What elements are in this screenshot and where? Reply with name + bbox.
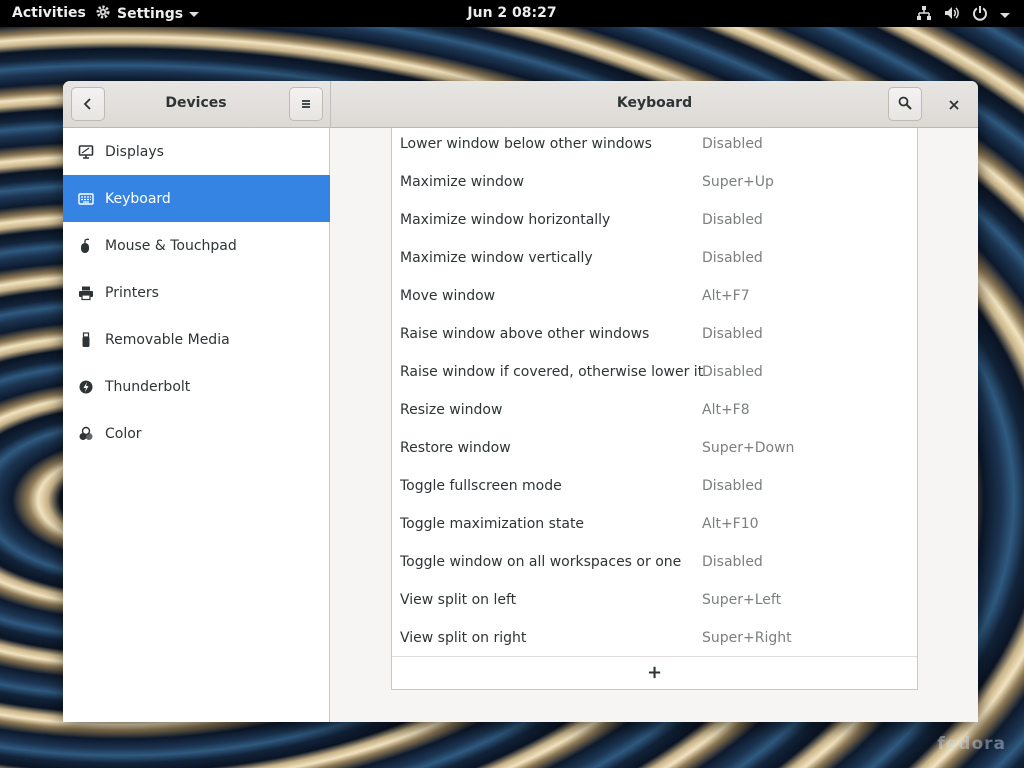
shortcut-row[interactable]: Toggle maximization state Alt+F10 <box>392 508 917 546</box>
sidebar-item-color[interactable]: Color <box>63 410 330 457</box>
app-menu-label: Settings <box>117 6 184 22</box>
printer-icon <box>78 285 94 301</box>
keyboard-icon <box>78 191 94 207</box>
sidebar-item-label: Mouse & Touchpad <box>105 237 237 254</box>
fedora-watermark: fedora <box>937 734 1006 754</box>
sidebar-item-removable-media[interactable]: Removable Media <box>63 316 330 363</box>
shortcut-accel: Super+Down <box>702 440 795 456</box>
sidebar-title: Devices <box>165 95 227 111</box>
chevron-left-icon <box>82 95 94 114</box>
shortcut-row[interactable]: Resize window Alt+F8 <box>392 394 917 432</box>
search-icon <box>898 95 912 114</box>
usb-icon <box>78 331 94 348</box>
back-button[interactable] <box>71 87 105 121</box>
close-button[interactable] <box>943 93 965 115</box>
sidebar: Displays Keyboard Mouse & Touchpad Print… <box>63 128 330 722</box>
sidebar-item-printers[interactable]: Printers <box>63 269 330 316</box>
shortcut-row[interactable]: Maximize window Super+Up <box>392 166 917 204</box>
sidebar-item-thunderbolt[interactable]: Thunderbolt <box>63 363 330 410</box>
shortcut-name: View split on left <box>400 592 517 608</box>
shortcut-row[interactable]: Restore window Super+Down <box>392 432 917 470</box>
shortcut-accel: Disabled <box>702 364 763 380</box>
network-icon <box>916 5 932 25</box>
shortcut-name: Resize window <box>400 402 503 418</box>
sidebar-item-label: Thunderbolt <box>105 378 191 395</box>
shortcut-row[interactable]: Toggle fullscreen mode Disabled <box>392 470 917 508</box>
sidebar-item-keyboard[interactable]: Keyboard <box>63 175 330 222</box>
page-title: Keyboard <box>616 95 693 111</box>
activities-button[interactable]: Activities <box>12 5 86 21</box>
shortcut-name: Toggle window on all workspaces or one <box>400 554 682 570</box>
shortcut-accel: Super+Right <box>702 630 792 646</box>
thunderbolt-icon <box>78 379 94 395</box>
shortcut-name: Raise window above other windows <box>400 326 650 342</box>
chevron-down-icon <box>189 11 200 17</box>
shortcut-accel: Disabled <box>702 212 763 228</box>
power-icon <box>972 5 988 25</box>
shortcut-row[interactable]: View split on right Super+Right <box>392 622 917 660</box>
volume-icon <box>944 5 960 25</box>
top-bar: Activities Settings Jun 2 08:27 <box>0 0 1024 27</box>
shortcut-accel: Super+Up <box>702 174 774 190</box>
shortcut-name: Lower window below other windows <box>400 136 652 152</box>
shortcut-accel: Disabled <box>702 136 763 152</box>
close-icon <box>949 95 959 114</box>
sidebar-item-label: Color <box>105 425 142 442</box>
shortcut-row[interactable]: Raise window above other windows Disable… <box>392 318 917 356</box>
color-icon <box>78 426 94 442</box>
shortcut-row[interactable]: View split on left Super+Left <box>392 584 917 622</box>
hamburger-icon <box>300 95 312 114</box>
shortcut-name: Move window <box>400 288 496 304</box>
sidebar-item-displays[interactable]: Displays <box>63 128 330 175</box>
shortcut-row[interactable]: Move window Alt+F7 <box>392 280 917 318</box>
shortcut-name: Toggle maximization state <box>400 516 585 532</box>
header-bar: Devices Keyboard <box>63 81 978 128</box>
shortcut-accel: Disabled <box>702 554 763 570</box>
sidebar-item-label: Printers <box>105 284 159 301</box>
shortcut-name: Maximize window <box>400 174 524 190</box>
keyboard-shortcuts-panel: Lower window below other windows Disable… <box>331 128 978 722</box>
shortcut-accel: Alt+F10 <box>702 516 759 532</box>
plus-icon: + <box>646 662 663 683</box>
shortcut-accel: Alt+F7 <box>702 288 750 304</box>
shortcut-name: Restore window <box>400 440 511 456</box>
mouse-icon <box>78 238 94 254</box>
shortcut-accel: Disabled <box>702 250 763 266</box>
sidebar-item-label: Displays <box>105 143 164 160</box>
shortcut-name: Maximize window vertically <box>400 250 593 266</box>
shortcut-row[interactable]: Raise window if covered, otherwise lower… <box>392 356 917 394</box>
system-tray[interactable] <box>916 5 1010 25</box>
sidebar-item-label: Removable Media <box>105 331 230 348</box>
add-shortcut-button[interactable]: + <box>392 656 917 689</box>
shortcut-row[interactable]: Lower window below other windows Disable… <box>392 128 917 166</box>
shortcut-accel: Super+Left <box>702 592 782 608</box>
chevron-down-icon <box>1000 12 1010 18</box>
shortcut-accel: Alt+F8 <box>702 402 750 418</box>
gear-icon <box>95 4 111 24</box>
shortcut-accel: Disabled <box>702 326 763 342</box>
shortcut-accel: Disabled <box>702 478 763 494</box>
shortcut-name: Toggle fullscreen mode <box>400 478 562 494</box>
shortcut-row[interactable]: Maximize window horizontally Disabled <box>392 204 917 242</box>
shortcut-row[interactable]: Toggle window on all workspaces or one D… <box>392 546 917 584</box>
shortcut-name: Raise window if covered, otherwise lower… <box>400 364 704 380</box>
settings-window: Devices Keyboard Displays Keyboard Mouse… <box>63 81 978 722</box>
shortcut-list: Lower window below other windows Disable… <box>391 128 918 690</box>
search-button[interactable] <box>888 87 922 121</box>
sidebar-item-mouse-touchpad[interactable]: Mouse & Touchpad <box>63 222 330 269</box>
shortcut-name: View split on right <box>400 630 527 646</box>
shortcut-row[interactable]: Maximize window vertically Disabled <box>392 242 917 280</box>
display-icon <box>78 144 94 160</box>
sidebar-item-label: Keyboard <box>105 190 171 207</box>
menu-button[interactable] <box>289 87 323 121</box>
shortcut-name: Maximize window horizontally <box>400 212 611 228</box>
app-menu[interactable]: Settings <box>95 4 200 24</box>
